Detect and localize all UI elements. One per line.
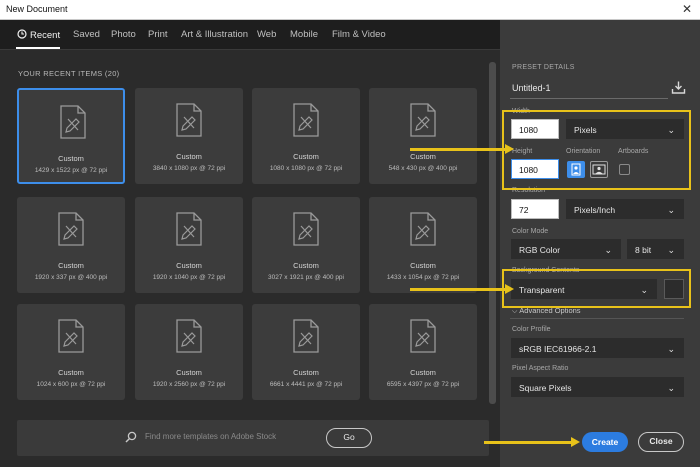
recent-item-name: Custom	[176, 368, 202, 377]
recent-item-name: Custom	[410, 152, 436, 161]
resolution-input[interactable]: 72	[511, 199, 559, 219]
chevron-down-icon: ⌄	[667, 205, 675, 215]
document-name-underline	[510, 98, 668, 99]
recent-item-card[interactable]: Custom 3840 x 1080 px @ 72 ppi	[135, 88, 243, 184]
bit-depth-dropdown[interactable]: 8 bit ⌄	[627, 239, 684, 259]
recent-item-card[interactable]: Custom 1920 x 1040 px @ 72 ppi	[135, 197, 243, 293]
category-tabs: Recent Saved Photo Print Art & Illustrat…	[0, 20, 500, 50]
recent-item-size: 1024 x 600 px @ 72 ppi	[36, 381, 106, 388]
chevron-down-icon: ⌄	[667, 344, 675, 354]
recent-items-title: YOUR RECENT ITEMS (20)	[18, 69, 120, 78]
document-icon	[410, 212, 436, 246]
clock-icon	[17, 29, 27, 39]
color-profile-label: Color Profile	[512, 326, 551, 333]
close-button[interactable]: Close	[638, 432, 684, 452]
tab-print[interactable]: Print	[148, 29, 168, 40]
document-icon	[176, 103, 202, 137]
color-profile-value: sRGB IEC61966-2.1	[519, 344, 597, 354]
recent-item-size: 3027 x 1921 px @ 400 ppi	[268, 274, 344, 281]
document-icon	[176, 319, 202, 353]
recent-item-size: 1920 x 1040 px @ 72 ppi	[152, 274, 226, 281]
recent-item-card[interactable]: Custom 1080 x 1080 px @ 72 ppi	[252, 88, 360, 184]
recent-item-name: Custom	[176, 152, 202, 161]
recent-item-name: Custom	[410, 368, 436, 377]
recent-item-size: 6595 x 4397 px @ 72 ppi	[386, 381, 460, 388]
recent-item-card[interactable]: Custom 1429 x 1522 px @ 72 ppi	[17, 88, 125, 184]
document-icon	[60, 105, 86, 139]
preset-details-label: PRESET DETAILS	[512, 64, 575, 71]
document-icon	[176, 212, 202, 246]
tab-saved[interactable]: Saved	[73, 29, 100, 40]
recent-item-size: 1429 x 1522 px @ 72 ppi	[34, 167, 108, 174]
pixel-aspect-label: Pixel Aspect Ratio	[512, 365, 569, 372]
create-button[interactable]: Create	[582, 432, 628, 452]
document-icon	[293, 103, 319, 137]
background-highlight-box	[502, 269, 691, 308]
create-annotation-arrow	[484, 437, 580, 447]
recent-item-size: 1920 x 2560 px @ 72 ppi	[152, 381, 226, 388]
search-icon	[125, 431, 137, 443]
document-icon	[410, 319, 436, 353]
color-mode-label: Color Mode	[512, 228, 549, 235]
tab-web[interactable]: Web	[257, 29, 276, 40]
go-button[interactable]: Go	[326, 428, 372, 448]
recent-item-size: 548 x 430 px @ 400 ppi	[388, 165, 458, 172]
chevron-down-icon: ⌄	[604, 245, 612, 255]
recent-item-card[interactable]: Custom 1024 x 600 px @ 72 ppi	[17, 304, 125, 400]
window-close-icon[interactable]: ✕	[682, 2, 692, 16]
document-name-field[interactable]: Untitled-1	[512, 83, 551, 93]
recent-item-name: Custom	[176, 261, 202, 270]
recent-item-size: 1433 x 1054 px @ 72 ppi	[386, 274, 460, 281]
width-height-highlight-box	[502, 110, 691, 190]
background-annotation-arrow	[410, 284, 514, 294]
recent-item-card[interactable]: Custom 1920 x 337 px @ 400 ppi	[17, 197, 125, 293]
search-input[interactable]: Find more templates on Adobe Stock	[145, 432, 276, 441]
document-icon	[58, 319, 84, 353]
recent-item-name: Custom	[410, 261, 436, 270]
tab-art-illustration[interactable]: Art & Illustration	[181, 29, 248, 40]
chevron-down-icon: ⌄	[667, 245, 675, 255]
resolution-unit-value: Pixels/Inch	[574, 205, 616, 215]
document-icon	[293, 212, 319, 246]
pixel-aspect-value: Square Pixels	[519, 383, 572, 393]
document-icon	[410, 103, 436, 137]
color-mode-value: RGB Color	[519, 245, 561, 255]
stock-search-bar: Find more templates on Adobe Stock	[17, 420, 489, 456]
color-mode-dropdown[interactable]: RGB Color ⌄	[511, 239, 621, 259]
recent-item-size: 1080 x 1080 px @ 72 ppi	[269, 165, 343, 172]
recent-item-name: Custom	[293, 368, 319, 377]
tab-mobile[interactable]: Mobile	[290, 29, 318, 40]
title-bar: New Document ✕	[0, 0, 700, 20]
resolution-unit-dropdown[interactable]: Pixels/Inch ⌄	[566, 199, 684, 219]
recent-item-name: Custom	[58, 368, 84, 377]
window-title: New Document	[6, 4, 68, 14]
advanced-divider	[510, 318, 684, 319]
recent-item-card[interactable]: Custom 6661 x 4441 px @ 72 ppi	[252, 304, 360, 400]
recent-item-card[interactable]: Custom 548 x 430 px @ 400 ppi	[369, 88, 477, 184]
tab-photo[interactable]: Photo	[111, 29, 136, 40]
recent-item-name: Custom	[58, 154, 84, 163]
recent-item-size: 1920 x 337 px @ 400 ppi	[34, 274, 108, 281]
recent-item-card[interactable]: Custom 6595 x 4397 px @ 72 ppi	[369, 304, 477, 400]
tab-film-video[interactable]: Film & Video	[332, 29, 386, 40]
recent-item-card[interactable]: Custom 1433 x 1054 px @ 72 ppi	[369, 197, 477, 293]
scrollbar-thumb[interactable]	[489, 62, 496, 404]
document-icon	[293, 319, 319, 353]
recent-item-name: Custom	[293, 261, 319, 270]
save-preset-icon[interactable]	[671, 80, 686, 95]
tab-recent[interactable]: Recent	[17, 29, 60, 41]
recent-item-name: Custom	[58, 261, 84, 270]
document-icon	[58, 212, 84, 246]
recent-item-size: 6661 x 4441 px @ 72 ppi	[269, 381, 343, 388]
tab-label: Recent	[30, 30, 61, 41]
height-annotation-arrow	[410, 144, 514, 154]
recent-item-card[interactable]: Custom 3027 x 1921 px @ 400 ppi	[252, 197, 360, 293]
recent-item-card[interactable]: Custom 1920 x 2560 px @ 72 ppi	[135, 304, 243, 400]
recent-item-size: 3840 x 1080 px @ 72 ppi	[152, 165, 226, 172]
bit-depth-value: 8 bit	[635, 245, 652, 255]
color-profile-dropdown[interactable]: sRGB IEC61966-2.1 ⌄	[511, 338, 684, 358]
chevron-down-icon: ⌄	[667, 383, 675, 393]
recent-item-name: Custom	[293, 152, 319, 161]
pixel-aspect-dropdown[interactable]: Square Pixels ⌄	[511, 377, 684, 397]
